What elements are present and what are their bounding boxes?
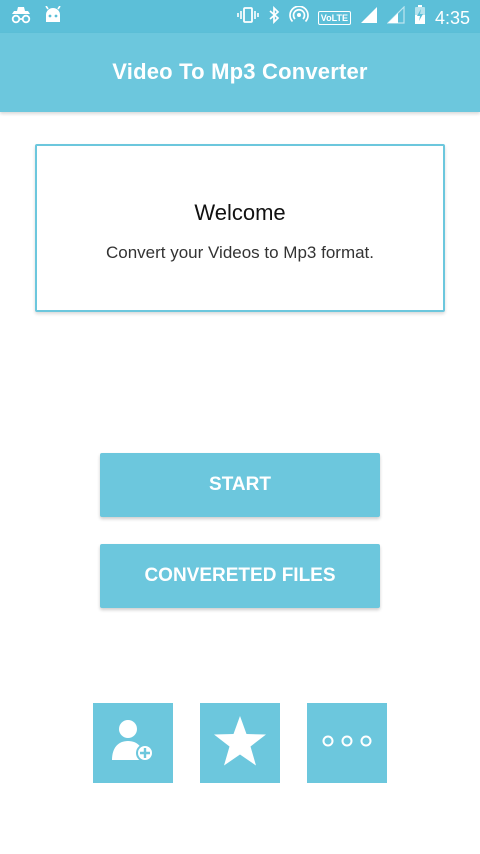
android-icon — [44, 5, 62, 29]
bluetooth-icon — [268, 5, 280, 29]
signal-icon — [360, 6, 378, 29]
hotspot-icon — [288, 5, 309, 29]
volte-icon: VoLTE — [317, 10, 351, 25]
incognito-icon — [10, 6, 32, 29]
status-bar: VoLTE 4:35 — [0, 0, 480, 33]
add-user-button[interactable] — [93, 703, 173, 783]
status-time: 4:35 — [434, 7, 470, 28]
battery-charging-icon — [414, 5, 426, 30]
app-bar: Video To Mp3 Converter — [0, 33, 480, 112]
more-button[interactable] — [307, 703, 387, 783]
status-left-icons — [10, 5, 62, 29]
favorite-button[interactable] — [200, 703, 280, 783]
star-icon — [212, 714, 268, 773]
start-button[interactable]: START — [100, 453, 380, 517]
welcome-card: Welcome Convert your Videos to Mp3 forma… — [35, 144, 445, 312]
app-title: Video To Mp3 Converter — [112, 59, 368, 84]
signal-weak-icon — [386, 5, 405, 29]
status-right-icons: VoLTE 4:35 — [236, 5, 470, 30]
welcome-subtitle: Convert your Videos to Mp3 format. — [105, 243, 375, 262]
vibrate-icon — [236, 6, 259, 29]
more-icon — [320, 733, 374, 754]
welcome-title: Welcome — [194, 200, 286, 225]
converted-files-button[interactable]: CONVERETED FILES — [100, 544, 380, 608]
add-user-icon — [108, 716, 158, 771]
